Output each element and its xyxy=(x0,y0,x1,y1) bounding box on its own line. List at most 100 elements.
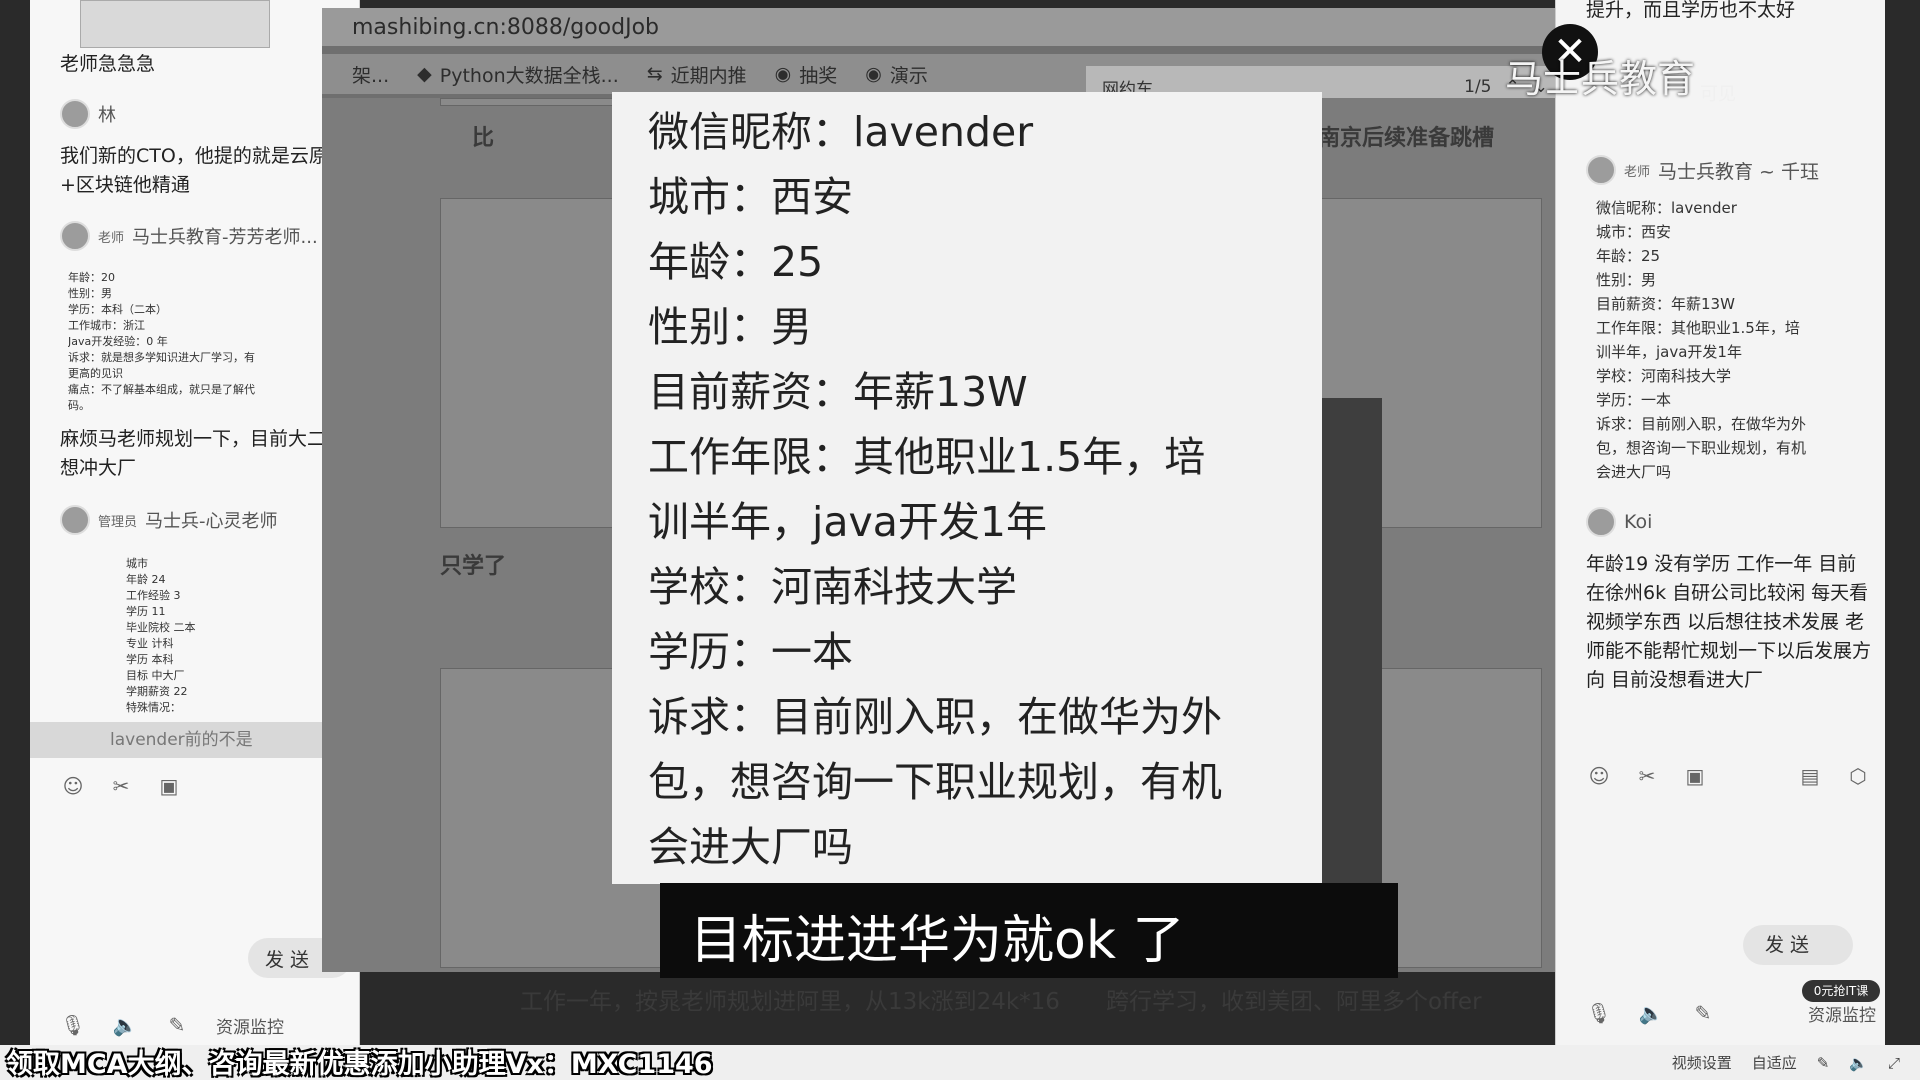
chat-input-preview[interactable]: lavender前的不是 xyxy=(30,722,360,758)
chat-message-line: 城市：西安 xyxy=(1596,223,1672,241)
avatar xyxy=(60,99,90,129)
chat-message-line: 工作年限：其他职业1.5年，培 xyxy=(1596,319,1800,337)
bookmark-item[interactable]: ◉ 演示 xyxy=(865,61,928,88)
find-count: 1/5 xyxy=(1464,77,1492,97)
chat-image-line: Java开发经验：0 年 xyxy=(68,335,168,348)
info-row: 学校：河南科技大学 xyxy=(648,563,1017,611)
url-text[interactable]: mashibing.cn:8088/goodJob xyxy=(352,15,659,40)
chat-message-line: 诉求：目前刚入职，在做华为外 xyxy=(1596,415,1807,433)
chat-username: 马士兵-心灵老师 xyxy=(145,511,278,532)
chat-image-text: 年龄：20 性别：男学历：本科（二本） 工作城市：浙江 Java开发经验：0 年诉求：… xyxy=(68,270,318,414)
chat-message-text: 老师急急急 xyxy=(60,53,156,75)
video-settings-button[interactable]: 视频设置 xyxy=(1672,1052,1732,1073)
image-icon[interactable]: ▣ xyxy=(1682,763,1708,789)
share-icon: ⇆ xyxy=(646,63,663,85)
chat-image-line: 更高的见识 xyxy=(68,367,123,380)
chat-user: Koi xyxy=(1586,506,1652,538)
microphone-icon[interactable]: 🎙 xyxy=(60,1012,86,1038)
pen-icon[interactable]: ✎ xyxy=(164,1012,190,1038)
pen-icon[interactable]: ✎ xyxy=(1817,1054,1830,1072)
info-row: 工作年限：其他职业1.5年，培 xyxy=(648,433,1206,481)
emoji-icon[interactable]: ☺ xyxy=(60,773,86,799)
bookmark-item[interactable]: ◉ 抽奖 xyxy=(775,61,838,88)
chat-user: 管理员 马士兵-心灵老师 xyxy=(60,504,278,536)
page-text: 只学了 xyxy=(440,554,507,579)
settings-icon[interactable]: ⬡ xyxy=(1845,763,1871,789)
info-row: 训半年，java开发1年 xyxy=(648,498,1047,546)
scissors-icon[interactable]: ✂ xyxy=(108,773,134,799)
chat-username: 马士兵教育-芳芳老师... xyxy=(132,227,318,248)
chat-message-line: 性别：男 xyxy=(1596,271,1657,289)
chat-username: 林 xyxy=(98,105,116,126)
chat-toolbar: ☺ ✂ ▣ ▤ ⬡ xyxy=(1586,758,1871,794)
scissors-icon[interactable]: ✂ xyxy=(1634,763,1660,789)
resource-monitor-link[interactable]: 资源监控 xyxy=(1808,1001,1876,1026)
emoji-icon[interactable]: ☺ xyxy=(1586,763,1612,789)
shared-screenshot-thumbnail[interactable] xyxy=(80,0,270,48)
bookmark-item[interactable]: 架... xyxy=(352,61,389,88)
right-chat-panel: 提升，而且学历也不太好 老师 马士兵教育 ~ 千珏 微信昵称：lavender 城… xyxy=(1555,0,1885,1045)
globe-icon: ◉ xyxy=(774,63,792,85)
globe-icon: ◉ xyxy=(865,63,882,85)
info-row: 包，想咨询一下职业规划，有机 xyxy=(648,758,1222,806)
chat-toolbar: ☺ ✂ ▣ ⬡ xyxy=(60,768,350,804)
chat-image-line: 工作城市：浙江 xyxy=(68,319,145,332)
avatar xyxy=(1586,155,1616,185)
info-row: 微信昵称：lavender xyxy=(648,108,1034,156)
chat-username: Koi xyxy=(1624,511,1653,533)
chat-message-line: 目前薪资：年薪13W xyxy=(1596,295,1735,313)
fullscreen-icon[interactable]: ⤢ xyxy=(1888,1054,1900,1072)
chat-message-text: 我们新的CTO，他提的就是云原生+区块链他精通 xyxy=(60,145,347,196)
bookmark-item[interactable]: ⇆ 近期内推 xyxy=(647,61,747,88)
info-row: 会进大厂吗 xyxy=(648,823,853,871)
left-bottom-controls: 🎙 🔈 ✎ 资源监控 xyxy=(60,1010,360,1040)
chat-image-line: 学历：本科（二本） xyxy=(68,303,167,316)
screen: 老师急急急 林 我们新的CTO，他提的就是云原生+区块链他精通 老师 马士兵教育… xyxy=(0,0,1920,1080)
info-row: 学历：一本 xyxy=(648,628,853,676)
address-bar[interactable]: mashibing.cn:8088/goodJob xyxy=(322,8,1612,46)
left-chat-panel: 老师急急急 林 我们新的CTO，他提的就是云原生+区块链他精通 老师 马士兵教育… xyxy=(30,0,360,1045)
info-row: 性别：男 xyxy=(648,303,812,351)
adaptive-button[interactable]: 自适应 xyxy=(1752,1052,1797,1073)
chat-image-line: 年龄：20 xyxy=(68,271,115,284)
promo-overlay-text: 领取MCA大纲、咨询最新优惠添加小助理Vx：MXC1146 xyxy=(6,1049,713,1080)
chat-username: 马士兵教育 ~ 千珏 xyxy=(1658,160,1820,183)
info-row: 目前薪资：年薪13W xyxy=(648,368,1028,416)
speaker-icon[interactable]: 🔈 xyxy=(1638,1000,1664,1026)
avatar xyxy=(1586,507,1616,537)
speaker-icon[interactable]: 🔈 xyxy=(1849,1054,1868,1072)
role-badge: 老师 xyxy=(98,230,125,246)
chat-message-line: 会进大厂吗 xyxy=(1596,463,1672,481)
avatar xyxy=(60,505,90,535)
pen-icon[interactable]: ✎ xyxy=(1690,1000,1716,1026)
testimonial-caption: 跨行学习，收到美团、阿里多个offer xyxy=(1106,989,1482,1015)
send-button[interactable]: 发 送 xyxy=(1743,925,1853,965)
image-icon[interactable]: ▣ xyxy=(156,773,182,799)
chat-message-line: 微信昵称：lavender xyxy=(1596,199,1737,217)
chat-message-lines: 微信昵称：lavender 城市：西安 年龄：25 性别：男 目前薪资：年薪13W 工作年… xyxy=(1596,196,1866,484)
promo-badge[interactable]: 0元抢IT课 xyxy=(1802,980,1880,1002)
comment-icon[interactable]: ▤ xyxy=(1797,763,1823,789)
resource-monitor-link[interactable]: 资源监控 xyxy=(216,1013,284,1038)
video-subtitle: 目标进进华为就ok 了 xyxy=(690,911,1185,971)
chat-user: 老师 马士兵教育-芳芳老师... xyxy=(60,220,318,252)
chat-message-text: 提升，而且学历也不太好 xyxy=(1586,0,1796,21)
right-bottom-controls: 🎙 🔈 ✎ 资源监控 xyxy=(1586,998,1876,1028)
info-row: 诉求：目前刚入职，在做华为外 xyxy=(648,693,1222,741)
page-text: 比 xyxy=(472,126,495,151)
chat-message-text: 年龄19 没有学历 工作一年 目前在徐州6k 自研公司比较闲 每天看视频学东西 … xyxy=(1586,553,1872,691)
microphone-icon[interactable]: 🎙 xyxy=(1586,1000,1612,1026)
role-badge: 老师 xyxy=(1624,164,1651,180)
info-row: 年龄：25 xyxy=(648,238,824,286)
role-badge: 管理员 xyxy=(98,514,138,530)
send-label: 发 送 xyxy=(265,948,310,971)
avatar xyxy=(60,221,90,251)
bookmark-item[interactable]: ◆ Python大数据全栈... xyxy=(417,61,619,88)
chat-image-line: 性别：男 xyxy=(68,287,112,300)
brand-watermark: 马士兵教育 xyxy=(1505,57,1696,101)
chat-message-line: 训半年，java开发1年 xyxy=(1596,343,1742,361)
chat-message-line: 包，想咨询一下职业规划，有机 xyxy=(1596,439,1807,457)
chat-image-line: 诉求：就是想多学知识进大厂学习，有 xyxy=(68,351,255,364)
speaker-icon[interactable]: 🔈 xyxy=(112,1012,138,1038)
player-controls: 视频设置 自适应 ✎ 🔈 ⤢ xyxy=(1672,1052,1900,1073)
